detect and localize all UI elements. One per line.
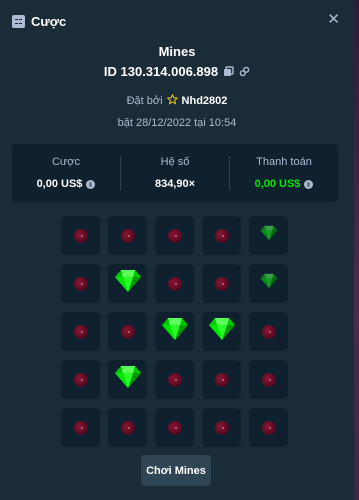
mine-icon — [261, 420, 276, 435]
modal-header: Cược — [12, 11, 66, 31]
bet-details-modal: Cược ✕ Mines ID 130.314.006.898 Đặt bởi … — [0, 0, 354, 500]
mine-tile — [108, 216, 147, 255]
close-icon[interactable]: ✕ — [327, 12, 340, 28]
gem-unrevealed-icon — [260, 273, 278, 294]
mine-icon — [73, 372, 88, 387]
gem-icon — [208, 317, 236, 346]
mine-tile — [108, 360, 147, 399]
game-name: Mines — [158, 44, 196, 59]
mine-icon — [167, 372, 182, 387]
bet-id-row: ID 130.314.006.898 — [0, 64, 354, 79]
mine-icon — [214, 228, 229, 243]
mine-tile — [202, 312, 241, 351]
stat-value: 834,90× — [155, 178, 195, 190]
mine-tile — [61, 216, 100, 255]
mine-tile — [202, 264, 241, 303]
stat-label: Thanh toán — [256, 156, 312, 168]
stat-payout: Thanh toán 0,00 US$ — [229, 156, 338, 190]
gem-icon — [114, 365, 142, 394]
mine-tile — [249, 360, 288, 399]
mine-icon — [120, 228, 135, 243]
gem-icon — [161, 317, 189, 346]
mine-icon — [73, 324, 88, 339]
mine-tile — [108, 408, 147, 447]
star-icon — [166, 93, 178, 108]
mine-icon — [120, 324, 135, 339]
mine-tile — [249, 216, 288, 255]
mine-tile — [155, 360, 194, 399]
mine-icon — [214, 420, 229, 435]
modal-title: Cược — [31, 13, 67, 29]
mine-icon — [214, 372, 229, 387]
stat-amount: 834,90× — [154, 178, 196, 190]
mine-tile — [61, 360, 100, 399]
gem-icon — [114, 269, 142, 298]
background-edge — [354, 0, 359, 500]
stat-value: 0,00 US$ — [255, 178, 314, 190]
coin-icon — [86, 179, 96, 189]
mine-icon — [261, 372, 276, 387]
mine-tile — [249, 312, 288, 351]
mine-icon — [120, 420, 135, 435]
link-icon[interactable] — [239, 66, 250, 77]
username-link[interactable]: Nhd2802 — [182, 95, 228, 107]
copy-icon[interactable] — [223, 66, 234, 77]
coin-icon — [304, 179, 314, 189]
gem-unrevealed-icon — [260, 225, 278, 246]
mine-tile — [155, 408, 194, 447]
mine-icon — [73, 420, 88, 435]
mine-icon — [167, 228, 182, 243]
mine-tile — [61, 312, 100, 351]
mine-tile — [249, 264, 288, 303]
mine-tile — [155, 264, 194, 303]
play-mines-button[interactable]: Chơi Mines — [141, 455, 211, 486]
stat-multiplier: Hệ số 834,90× — [120, 156, 229, 190]
mine-icon — [261, 324, 276, 339]
bet-stats-panel: Cược 0,00 US$ Hệ số 834,90× Thanh toán 0… — [12, 144, 338, 202]
stat-label: Hệ số — [160, 156, 190, 168]
stat-amount: 0,00 US$ — [254, 178, 301, 190]
stat-label: Cược — [51, 156, 81, 168]
mine-tile — [249, 408, 288, 447]
stat-amount: 0,00 US$ — [36, 178, 83, 190]
placed-by-label: Đặt bởi — [126, 95, 163, 107]
mine-icon — [73, 276, 88, 291]
mine-tile — [108, 312, 147, 351]
mine-icon — [167, 276, 182, 291]
placed-by-row: Đặt bởi Nhd2802 — [0, 93, 354, 108]
bet-date: bặt 28/12/2022 tại 10:54 — [117, 117, 237, 129]
stat-value: 0,00 US$ — [37, 178, 96, 190]
stat-bet: Cược 0,00 US$ — [12, 144, 120, 202]
mine-tile — [202, 360, 241, 399]
mine-tile — [108, 264, 147, 303]
mine-tile — [155, 312, 194, 351]
mine-icon — [214, 276, 229, 291]
bet-id: ID 130.314.006.898 — [103, 64, 219, 79]
mine-tile — [155, 216, 194, 255]
mine-icon — [73, 228, 88, 243]
mine-tile — [61, 264, 100, 303]
mine-tile — [202, 216, 241, 255]
receipt-icon — [12, 14, 25, 28]
mines-grid — [61, 216, 288, 447]
mine-icon — [167, 420, 182, 435]
mine-tile — [61, 408, 100, 447]
mine-tile — [202, 408, 241, 447]
